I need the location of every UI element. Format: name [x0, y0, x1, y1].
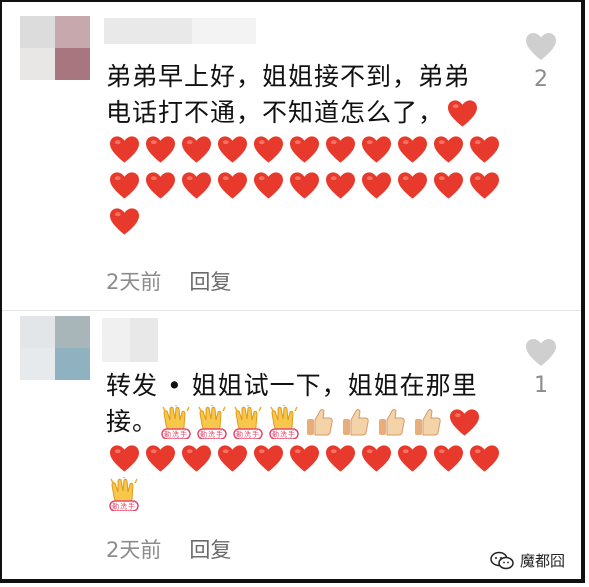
comment-text: 弟弟早上好，姐姐接不到，弟弟 电话打不通，不知道怎么了，: [106, 59, 506, 239]
comment-line: 电话打不通，不知道怎么了，: [106, 98, 445, 127]
divider: [2, 310, 581, 311]
clap-emoji: 勤洗手: [266, 404, 302, 440]
like-button[interactable]: 2: [523, 32, 559, 92]
heart-emoji: [142, 440, 178, 476]
comment-line: 弟弟早上好，姐姐接不到，弟弟: [106, 62, 471, 91]
watermark-text: 魔都囧: [519, 552, 565, 570]
heart-emoji: [286, 131, 322, 167]
heart-emoji: [250, 440, 286, 476]
heart-emoji: [286, 440, 322, 476]
heart-emoji: [446, 404, 482, 440]
heart-emoji: [430, 167, 466, 203]
clap-emoji: 勤洗手: [158, 404, 194, 440]
clap-emoji: 勤洗手: [230, 404, 266, 440]
heart-emoji: [358, 131, 394, 167]
thumbs-up-emoji: [302, 404, 338, 440]
comment-meta: 2天前 回复: [106, 266, 231, 296]
heart-emoji: [142, 131, 178, 167]
watermark: 魔都囧: [490, 550, 565, 571]
heart-emoji: [466, 440, 502, 476]
heart-emoji: [430, 440, 466, 476]
comment-line: 转发 • 姐姐试一下，姐姐在那里: [106, 371, 478, 400]
screenshot-frame: 弟弟早上好，姐姐接不到，弟弟 电话打不通，不知道怎么了， 2天前 回复 2 转发…: [0, 0, 585, 583]
clap-badge: 勤洗手: [272, 430, 296, 439]
heart-emoji: [322, 440, 358, 476]
reply-button[interactable]: 回复: [189, 534, 231, 564]
clap-badge: 勤洗手: [236, 430, 260, 439]
thumbs-up-emoji: [410, 404, 446, 440]
heart-emoji: [444, 95, 480, 131]
timestamp: 2天前: [106, 270, 162, 294]
heart-icon: [526, 33, 556, 60]
heart-emoji: [322, 131, 358, 167]
heart-emoji: [430, 131, 466, 167]
clap-badge: 勤洗手: [112, 502, 136, 511]
like-count: 1: [534, 373, 548, 398]
heart-emoji-row: [106, 167, 506, 203]
like-count: 2: [534, 67, 548, 92]
heart-icon: [526, 339, 556, 366]
heart-emoji: [106, 167, 142, 203]
heart-emoji-row: [106, 203, 506, 239]
heart-emoji: [214, 131, 250, 167]
heart-emoji: [358, 440, 394, 476]
username-blurred[interactable]: [104, 18, 256, 44]
timestamp: 2天前: [106, 538, 162, 562]
heart-emoji: [286, 167, 322, 203]
heart-emoji: [466, 131, 502, 167]
heart-emoji: [214, 440, 250, 476]
heart-emoji: [394, 131, 430, 167]
heart-emoji: [106, 131, 142, 167]
heart-emoji: [250, 131, 286, 167]
heart-emoji: [466, 167, 502, 203]
heart-emoji: [178, 167, 214, 203]
reply-button[interactable]: 回复: [189, 266, 231, 296]
comment-line: 接。: [106, 407, 159, 436]
heart-emoji: [358, 167, 394, 203]
clap-badge: 勤洗手: [164, 430, 188, 439]
clap-emoji: 勤洗手: [194, 404, 230, 440]
heart-emoji: [178, 131, 214, 167]
wechat-icon: [490, 551, 514, 569]
clap-emoji: 勤洗手: [106, 476, 142, 512]
heart-emoji-row: [106, 440, 506, 476]
like-button[interactable]: 1: [523, 338, 559, 398]
heart-emoji: [394, 440, 430, 476]
heart-emoji: [322, 167, 358, 203]
avatar[interactable]: [20, 16, 90, 80]
heart-emoji: [106, 440, 142, 476]
clap-emoji-row: 勤洗手: [106, 476, 506, 512]
heart-emoji: [250, 167, 286, 203]
heart-emoji: [394, 167, 430, 203]
comment-meta: 2天前 回复: [106, 534, 231, 564]
heart-emoji: [142, 167, 178, 203]
username-blurred[interactable]: [102, 318, 158, 362]
heart-emoji: [106, 203, 142, 239]
clap-badge: 勤洗手: [200, 430, 224, 439]
comment-text: 转发 • 姐姐试一下，姐姐在那里 接。 勤洗手 勤洗手 勤洗手 勤洗手 勤洗手: [106, 368, 506, 512]
thumbs-up-emoji: [338, 404, 374, 440]
thumbs-up-emoji: [374, 404, 410, 440]
avatar[interactable]: [20, 316, 90, 380]
heart-emoji: [178, 440, 214, 476]
heart-emoji-row: [106, 131, 506, 167]
heart-emoji: [214, 167, 250, 203]
